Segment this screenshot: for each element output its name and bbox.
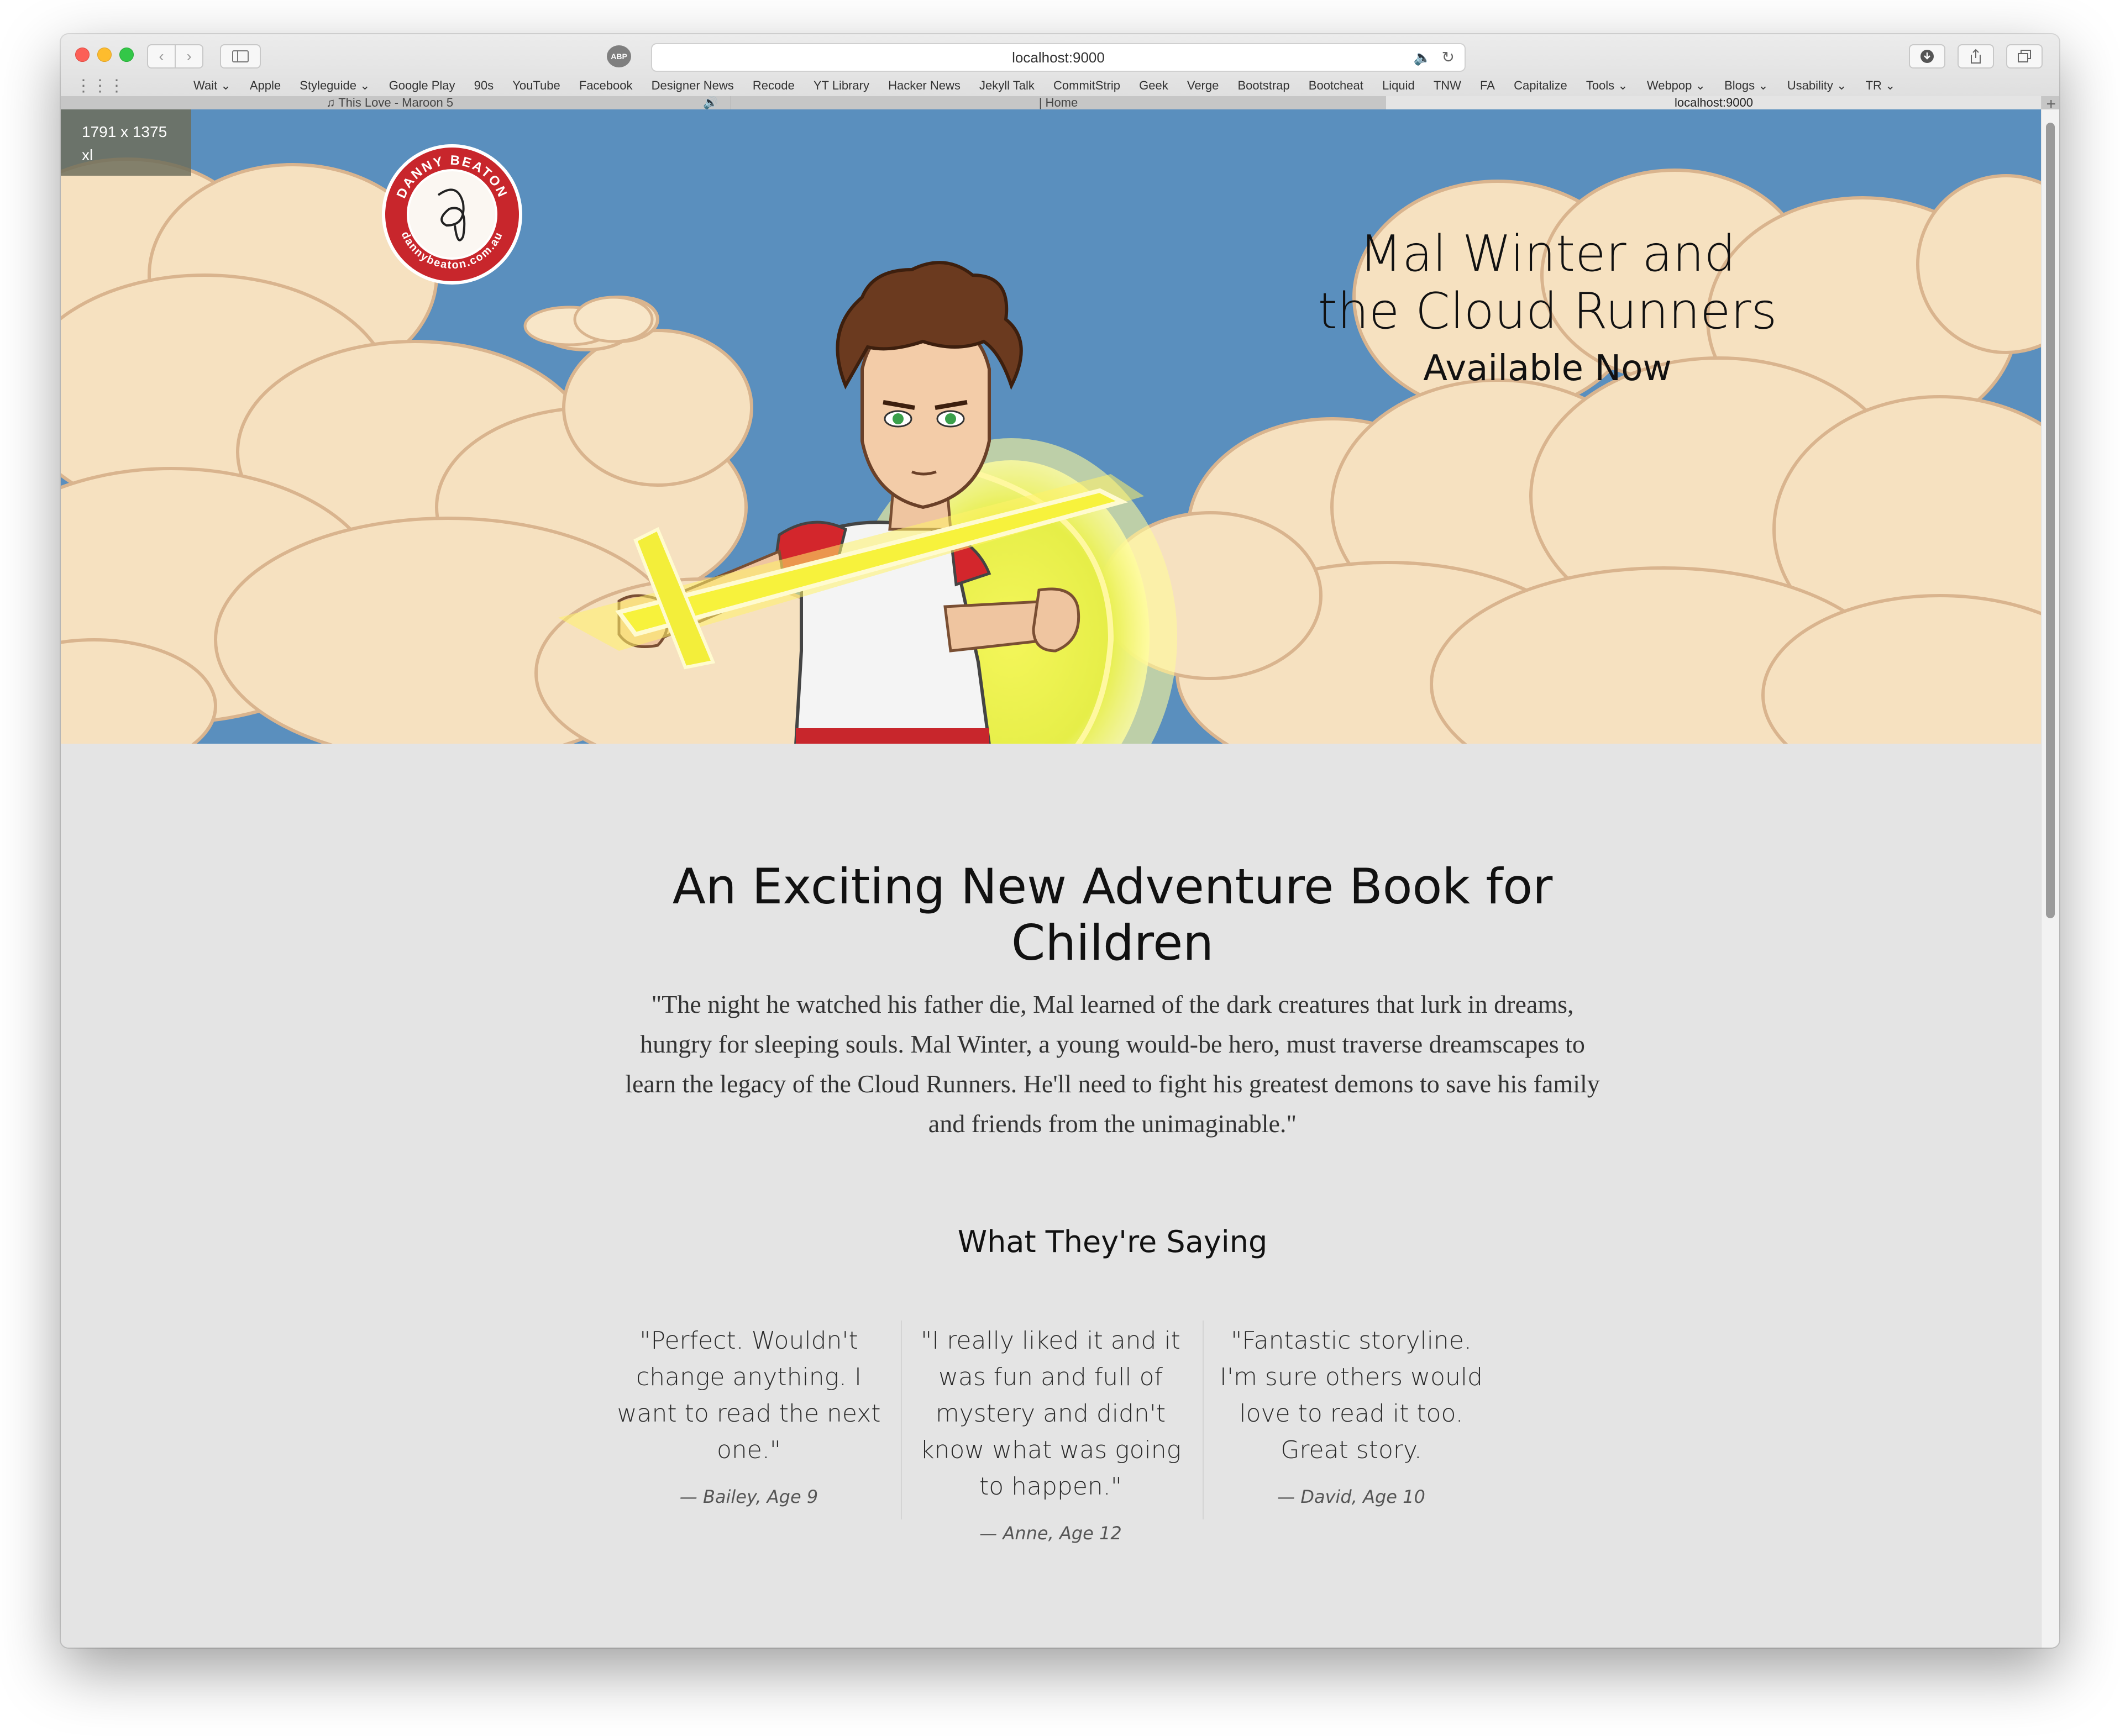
bookmark-geek[interactable]: Geek <box>1139 78 1168 93</box>
author-logo[interactable]: DANNY BEATON dannybeaton.com.au <box>380 143 524 286</box>
forward-button[interactable]: › <box>175 44 203 69</box>
back-button[interactable]: ‹ <box>147 44 176 69</box>
intro-heading-line-2: Children <box>1011 914 1214 971</box>
testimonial-quote: "I really liked it and it was fun and fu… <box>920 1327 1182 1501</box>
bookmark-bootcheat[interactable]: Bootcheat <box>1309 78 1363 93</box>
bookmark-tools[interactable]: Tools ⌄ <box>1586 78 1628 93</box>
download-icon <box>1920 50 1934 63</box>
bookmark-fa[interactable]: FA <box>1480 78 1495 93</box>
chevron-left-icon: ‹ <box>159 48 164 65</box>
close-window-button[interactable] <box>75 48 90 62</box>
chevron-right-icon: › <box>186 48 192 65</box>
bookmark-liquid[interactable]: Liquid <box>1382 78 1415 93</box>
downloads-button[interactable] <box>1909 44 1945 69</box>
hero-banner: 1791 x 1375 xl DANNY BEATON dannybeaton.… <box>61 109 2042 744</box>
testimonial-author: — Bailey, Age 9 <box>679 1486 818 1507</box>
web-page: 1791 x 1375 xl DANNY BEATON dannybeaton.… <box>61 109 2042 1648</box>
column-divider <box>901 1321 902 1519</box>
speaker-icon[interactable]: 🔊 <box>703 96 718 109</box>
bookmark-blogs[interactable]: Blogs ⌄ <box>1724 78 1769 93</box>
tab-localhost[interactable]: localhost:9000 <box>1386 96 2042 109</box>
breakpoint-indicator: 1791 x 1375 xl <box>61 109 191 176</box>
testimonial-quote: "Fantastic storyline. I'm sure others wo… <box>1220 1327 1483 1464</box>
share-button[interactable] <box>1958 44 1994 69</box>
minimize-window-button[interactable] <box>97 48 112 62</box>
bookmark-styleguide[interactable]: Styleguide ⌄ <box>300 78 370 93</box>
bookmark-wait[interactable]: Wait ⌄ <box>193 78 231 93</box>
testimonial-card: "Fantastic storyline. I'm sure others wo… <box>1216 1323 1487 1507</box>
intro-heading-line-1: An Exciting New Adventure Book for <box>672 858 1553 915</box>
bookmark-tr[interactable]: TR ⌄ <box>1866 78 1896 93</box>
bookmark-usability[interactable]: Usability ⌄ <box>1787 78 1847 93</box>
browser-window: ‹ › ABP localhost:9000 🔈 ↻ ⋮⋮⋮ Wait ⌄ Ap… <box>61 34 2059 1648</box>
vertical-scrollbar[interactable] <box>2041 109 2059 1648</box>
reload-icon[interactable]: ↻ <box>1442 44 1455 71</box>
scrollbar-thumb[interactable] <box>2046 123 2055 918</box>
hero-illustration <box>61 109 2042 744</box>
bookmark-tnw[interactable]: TNW <box>1434 78 1461 93</box>
testimonial-quote: "Perfect. Wouldn't change anything. I wa… <box>617 1327 881 1464</box>
sidebar-toggle-button[interactable] <box>220 44 261 69</box>
hero-title-line-2: the Cloud Runners <box>1318 282 1777 340</box>
bookmark-bootstrap[interactable]: Bootstrap <box>1237 78 1289 93</box>
bookmark-google-play[interactable]: Google Play <box>389 78 455 93</box>
bookmark-yt-library[interactable]: YT Library <box>814 78 869 93</box>
book-synopsis: "The night he watched his father die, Ma… <box>625 990 1600 1138</box>
viewport-size: 1791 x 1375 <box>82 123 167 140</box>
browser-toolbar: ‹ › ABP localhost:9000 🔈 ↻ ⋮⋮⋮ Wait ⌄ Ap… <box>61 34 2059 113</box>
tab-this-love[interactable]: ♫ This Love - Maroon 5 🔊 <box>61 96 731 109</box>
adblock-icon[interactable]: ABP <box>607 45 631 67</box>
sidebar-icon <box>232 50 249 62</box>
tab-home[interactable]: | Home <box>731 96 1387 109</box>
breakpoint-label: xl <box>82 146 93 164</box>
bookmark-apple[interactable]: Apple <box>250 78 281 93</box>
bookmark-capitalize[interactable]: Capitalize <box>1514 78 1567 93</box>
bookmark-recode[interactable]: Recode <box>753 78 795 93</box>
tab-title: localhost:9000 <box>1675 96 1753 109</box>
bookmark-webpop[interactable]: Webpop ⌄ <box>1647 78 1706 93</box>
speaker-icon[interactable]: 🔈 <box>1414 44 1431 71</box>
tab-title: ♫ This Love - Maroon 5 <box>326 96 454 109</box>
show-tabs-button[interactable] <box>2006 44 2043 69</box>
share-icon <box>1971 49 1981 64</box>
testimonial-card: "I really liked it and it was fun and fu… <box>915 1323 1186 1544</box>
bookmark-facebook[interactable]: Facebook <box>579 78 633 93</box>
tabs-overview-icon <box>2018 50 2031 62</box>
hero-title-line-1: Mal Winter and <box>1359 225 1736 283</box>
bookmark-youtube[interactable]: YouTube <box>512 78 560 93</box>
tab-bar: ♫ This Love - Maroon 5 🔊 | Home localhos… <box>61 95 2059 113</box>
apps-grid-icon[interactable]: ⋮⋮⋮ <box>75 76 125 96</box>
bookmark-verge[interactable]: Verge <box>1187 78 1219 93</box>
bookmark-hacker-news[interactable]: Hacker News <box>888 78 961 93</box>
bookmark-jekyll-talk[interactable]: Jekyll Talk <box>979 78 1035 93</box>
bookmarks-bar: ⋮⋮⋮ Wait ⌄ Apple Styleguide ⌄ Google Pla… <box>61 75 2059 96</box>
testimonial-card: "Perfect. Wouldn't change anything. I wa… <box>613 1323 884 1507</box>
testimonial-author: — Anne, Age 12 <box>979 1523 1122 1544</box>
hero-subtitle: Available Now <box>1423 348 1672 389</box>
testimonials-heading: What They're Saying <box>957 1224 1268 1259</box>
zoom-window-button[interactable] <box>119 48 134 62</box>
address-text: localhost:9000 <box>1012 49 1105 66</box>
hero-title: Mal Winter and the Cloud Runners <box>1210 225 1885 340</box>
bookmark-designer-news[interactable]: Designer News <box>652 78 734 93</box>
tab-title: | Home <box>1038 96 1078 109</box>
testimonial-author: — David, Age 10 <box>1277 1486 1425 1507</box>
bookmark-90s[interactable]: 90s <box>474 78 494 93</box>
intro-heading: An Exciting New Adventure Book for Child… <box>618 859 1607 971</box>
address-bar[interactable]: localhost:9000 🔈 ↻ <box>651 43 1466 72</box>
bookmark-commitstrip[interactable]: CommitStrip <box>1053 78 1120 93</box>
column-divider <box>1203 1321 1204 1519</box>
